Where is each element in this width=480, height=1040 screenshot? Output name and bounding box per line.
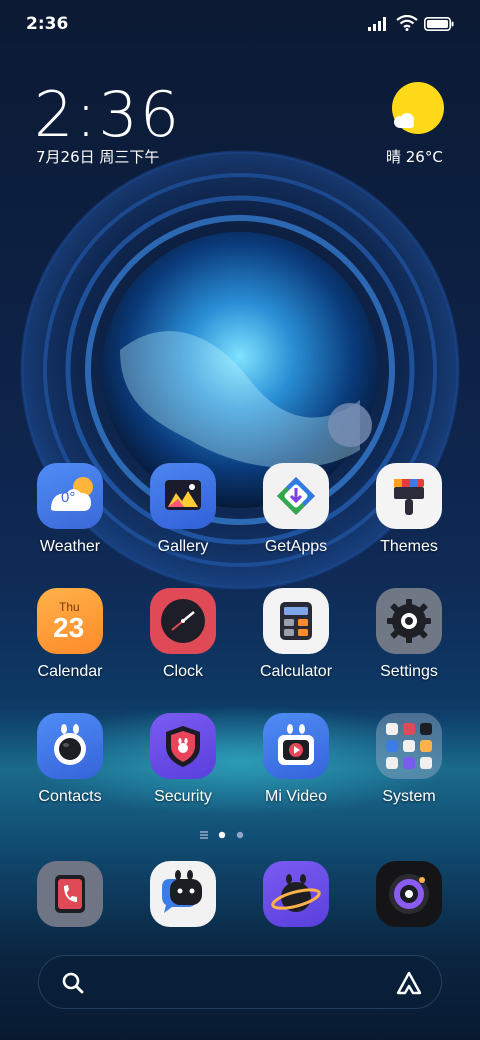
app-contacts[interactable]: Contacts [20,713,120,823]
app-settings[interactable]: Settings [359,588,459,698]
app-label: Themes [380,538,438,555]
app-label: GetApps [264,538,328,555]
app-security[interactable]: Security [133,713,233,823]
app-label: Gallery [157,538,209,555]
settings-icon [376,588,442,654]
battery-icon [424,17,454,31]
app-system-folder[interactable]: System [359,713,459,823]
phone-icon[interactable] [37,861,103,927]
app-clock[interactable]: Clock [133,588,233,698]
app-mi-video[interactable]: Mi Video [246,713,346,823]
weather-text: 晴 26°C [386,148,443,166]
system-folder-icon [376,713,442,779]
app-calculator[interactable]: Calculator [246,588,346,698]
getapps-icon [263,463,329,529]
status-time: 2:36 [26,14,69,34]
clock-widget-time[interactable]: 2:36 [34,78,181,151]
browser-icon[interactable] [263,861,329,927]
app-calendar[interactable]: Thu 23 Calendar [20,588,120,698]
page-dot-active [218,831,226,839]
app-label: Security [154,788,212,805]
security-icon [150,713,216,779]
messages-icon[interactable] [150,861,216,927]
app-label: Mi Video [265,788,327,805]
app-label: Clock [162,663,203,680]
themes-icon [376,463,442,529]
search-bar[interactable] [38,955,442,1009]
status-bar: 2:36 [0,0,480,50]
camera-icon[interactable] [376,861,442,927]
calendar-icon-date: 23 [53,612,85,643]
assistant-icon[interactable] [395,970,423,996]
app-label: Weather [39,538,101,555]
app-weather[interactable]: 0° Weather [20,463,120,573]
weather-icon: 0° [37,463,103,529]
app-label: Calendar [37,663,103,680]
search-icon[interactable] [61,971,85,995]
app-getapps[interactable]: GetApps [246,463,346,573]
home-menu-icon [200,831,208,839]
signal-icon [368,17,386,31]
calendar-icon: Thu 23 [37,588,103,654]
contacts-icon [37,713,103,779]
clock-widget-date: 7月26日 周三下午 [36,148,160,166]
app-label: System [382,788,436,805]
app-label: Settings [380,663,438,680]
app-gallery[interactable]: Gallery [133,463,233,573]
cloud-icon [394,113,414,128]
wifi-icon [396,15,418,31]
app-label: Calculator [259,663,333,680]
mi-video-icon [263,713,329,779]
gallery-icon [150,463,216,529]
calculator-icon [263,588,329,654]
app-label: Contacts [38,788,102,805]
weather-icon-temp: 0° [61,489,76,506]
app-themes[interactable]: Themes [359,463,459,573]
page-indicator[interactable] [198,829,258,841]
page-dot [236,831,244,839]
clock-icon [150,588,216,654]
